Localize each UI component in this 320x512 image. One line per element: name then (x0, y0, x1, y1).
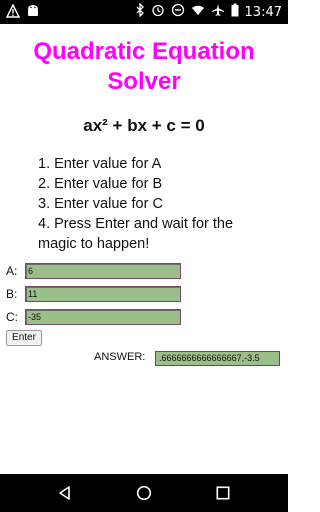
status-bar: 13:47 (0, 0, 288, 24)
instruction-step: 4. Press Enter and wait for the (38, 216, 234, 232)
instruction-step: 1. Enter value for A (38, 156, 162, 172)
title-line-2: Solver (107, 68, 181, 95)
status-bar-right: 13:47 (135, 2, 282, 22)
recents-icon[interactable] (215, 485, 231, 501)
answer-label: ANSWER: (94, 351, 146, 363)
instructions-list: 1. Enter value for A 2. Enter value for … (38, 154, 278, 254)
field-c-input[interactable] (25, 309, 181, 325)
back-icon[interactable] (57, 485, 73, 501)
app-title: Quadratic Equation Solver (0, 37, 288, 97)
field-b-label: B: (6, 287, 18, 301)
field-c-label: C: (6, 310, 18, 324)
bluetooth-icon (135, 2, 145, 22)
status-time: 13:47 (244, 5, 282, 20)
battery-icon (231, 3, 239, 22)
field-a-label: A: (6, 264, 18, 278)
answer-output: .6666666666666667,-3.5 (155, 351, 280, 366)
field-b-input[interactable] (25, 286, 181, 302)
app-content: Quadratic Equation Solver ax² + bx + c =… (0, 24, 288, 474)
instruction-step: 2. Enter value for B (38, 176, 163, 192)
wifi-icon (191, 3, 205, 22)
status-bar-left (6, 3, 40, 19)
warning-icon (6, 3, 20, 19)
airplane-icon (211, 3, 225, 22)
field-a-row: A: (6, 263, 181, 279)
alarm-icon (151, 3, 165, 22)
navigation-bar (0, 474, 288, 512)
field-c-row: C: (6, 309, 181, 325)
field-a-input[interactable] (25, 263, 181, 279)
instruction-step: 3. Enter value for C (38, 196, 163, 212)
field-b-row: B: (6, 286, 181, 302)
home-icon[interactable] (136, 485, 152, 501)
equation-formula: ax² + bx + c = 0 (83, 116, 205, 135)
enter-button[interactable]: Enter (6, 330, 42, 346)
do-not-disturb-icon (171, 3, 185, 22)
title-line-1: Quadratic Equation (33, 38, 255, 65)
android-icon (26, 3, 40, 19)
instruction-step: magic to happen! (38, 236, 150, 252)
